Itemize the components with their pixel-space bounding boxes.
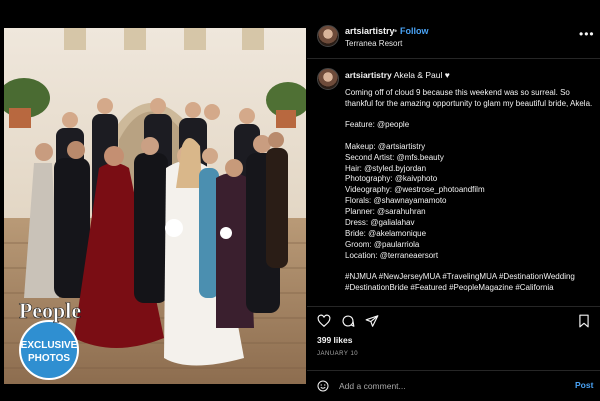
separator-dot: • (394, 26, 398, 36)
post-header: artsiartistry • Follow Terranea Resort •… (307, 14, 600, 59)
caption-section: artsiartistry Akela & Paul ♥ Coming off … (307, 58, 600, 306)
people-wordmark: People (19, 300, 82, 323)
caption-username[interactable]: artsiartistry (345, 70, 392, 80)
comment-bar: Add a comment... Post (307, 370, 600, 401)
caption-line: Location: @terraneaersort (345, 250, 439, 260)
post-date: JANUARY 10 (317, 351, 359, 357)
location-link[interactable]: Terranea Resort (345, 39, 402, 48)
photos-label: PHOTOS (28, 353, 70, 364)
emoji-icon[interactable] (317, 380, 329, 392)
caption-title: Akela & Paul ♥ (393, 70, 450, 80)
caption-line: Second Artist: @mfs.beauty (345, 152, 444, 162)
caption-line: Hair: @styled.byjordan (345, 163, 427, 173)
caption-line: Photography: @kaivphoto (345, 174, 438, 184)
share-icon[interactable] (365, 314, 379, 328)
caption-line: Planner: @sarahuhran (345, 207, 426, 217)
exclusive-label: EXCLUSIVE (21, 340, 78, 351)
people-badge-graphic: People EXCLUSIVE PHOTOS (19, 298, 82, 380)
people-exclusive-logo: People EXCLUSIVE PHOTOS (4, 298, 96, 380)
caption-line: #NJMUA #NewJerseyMUA #TravelingMUA #Dest… (345, 272, 575, 293)
header-username[interactable]: artsiartistry (345, 26, 395, 36)
caption-avatar[interactable] (317, 68, 339, 90)
more-options-icon[interactable]: ••• (579, 27, 595, 41)
post-comment-button[interactable]: Post (575, 380, 593, 390)
avatar[interactable] (317, 25, 339, 47)
action-bar: 399 likes JANUARY 10 (307, 306, 600, 367)
caption-line: Coming off of cloud 9 because this weeke… (345, 88, 593, 108)
follow-button[interactable]: Follow (400, 26, 429, 36)
likes-count[interactable]: 399 likes (317, 335, 352, 345)
post-details-panel: artsiartistry • Follow Terranea Resort •… (307, 14, 600, 400)
caption-line: Feature: @people (345, 120, 410, 130)
caption-line: Bride: @akelamonique (345, 228, 427, 238)
caption-line: Makeup: @artsiartistry (345, 141, 426, 151)
instagram-post-window: People EXCLUSIVE PHOTOS artsiartistry • … (0, 0, 600, 400)
caption-line: Groom: @paularriola (345, 239, 420, 249)
comment-icon[interactable] (341, 314, 355, 328)
heart-icon[interactable] (317, 314, 331, 328)
caption-line: Videography: @westrose_photoandfilm (345, 185, 485, 195)
caption-heading: artsiartistry Akela & Paul ♥ (345, 70, 450, 80)
caption-line: Florals: @shawnayamamoto (345, 196, 447, 206)
bookmark-icon[interactable] (577, 314, 591, 328)
comment-input[interactable]: Add a comment... (339, 379, 559, 393)
caption-line: Dress: @galialahav (345, 218, 415, 228)
caption-body: Coming off of cloud 9 because this weeke… (345, 88, 593, 294)
